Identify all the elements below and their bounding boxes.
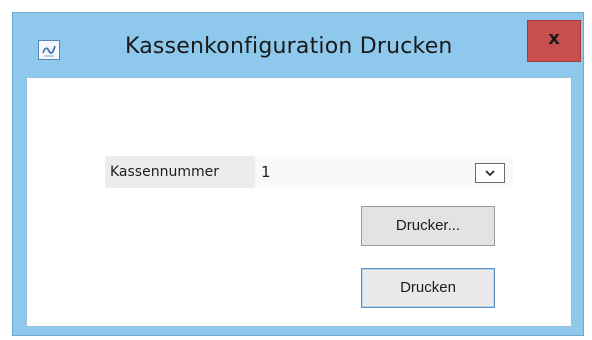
dialog-body: Kassennummer 1 Drucker... Drucken [26, 77, 572, 327]
print-button[interactable]: Drucken [361, 268, 495, 308]
dropdown-button[interactable] [475, 163, 505, 183]
register-number-select[interactable]: 1 [255, 156, 513, 188]
printer-button[interactable]: Drucker... [361, 206, 495, 246]
dialog-window: Kassenkonfiguration Drucken x Kassennumm… [12, 12, 584, 336]
close-icon: x [548, 28, 560, 49]
register-number-label: Kassennummer [105, 156, 255, 188]
app-icon [38, 40, 60, 60]
close-button[interactable]: x [527, 20, 581, 62]
title-bar[interactable]: Kassenkonfiguration Drucken x [13, 13, 583, 73]
window-title: Kassenkonfiguration Drucken [125, 34, 453, 59]
chevron-down-icon [485, 170, 495, 177]
register-number-value: 1 [261, 163, 271, 181]
register-number-row: Kassennummer 1 [105, 156, 525, 188]
